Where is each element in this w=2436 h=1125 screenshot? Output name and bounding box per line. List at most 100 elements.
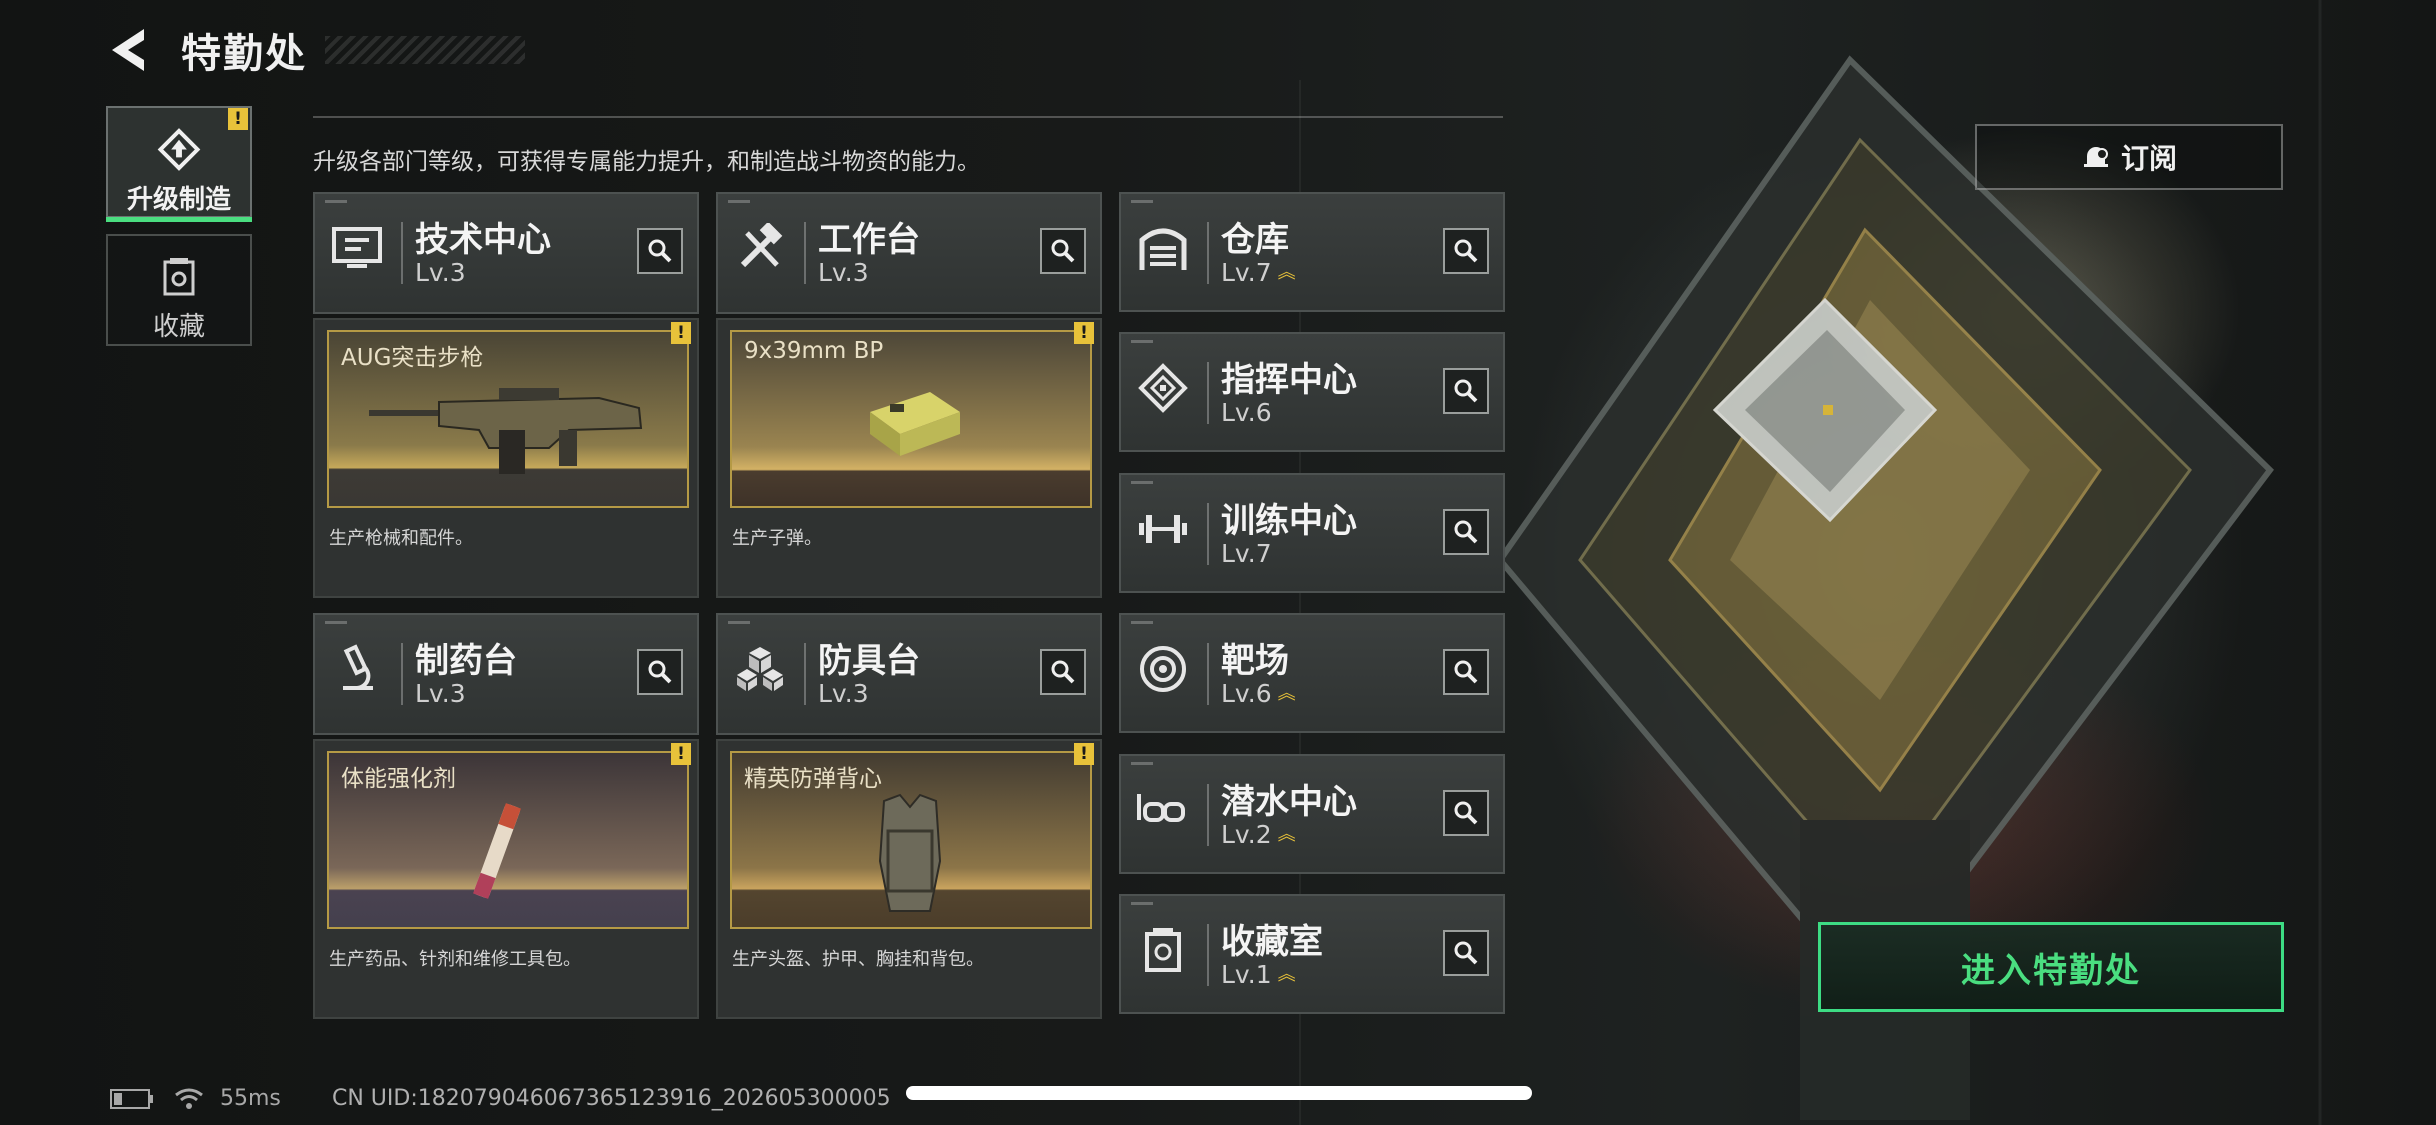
dept-shooting-range[interactable]: 靶场 Lv.6 ︽ <box>1119 613 1505 733</box>
product-card-ammo[interactable]: 9x39mm BP ! 生产子弹。 <box>716 318 1102 598</box>
search-icon <box>1454 520 1478 544</box>
dept-warehouse[interactable]: 仓库 Lv.7 ︽ <box>1119 192 1505 312</box>
uid-text: CN UID:18207904606736512391​6_2026053000… <box>332 1086 891 1111</box>
product-name: 体能强化剂 <box>341 766 456 792</box>
dept-name: 工作台 <box>818 220 920 260</box>
separator <box>1207 643 1209 705</box>
product-desc: 生产药品、针剂和维修工具包。 <box>329 949 581 970</box>
tab-upgrade-craft[interactable]: 升级制造 ! <box>106 106 252 222</box>
search-icon <box>1051 660 1075 684</box>
separator <box>401 643 403 705</box>
command-center-icon <box>1133 358 1193 418</box>
level-text: Lv.6 <box>1221 679 1272 708</box>
inspect-button[interactable] <box>1443 228 1489 274</box>
collection-icon <box>163 258 195 296</box>
inspect-button[interactable] <box>637 649 683 695</box>
product-card-aug[interactable]: AUG突击步枪 ! 生产枪械和配件。 <box>313 318 699 598</box>
inspect-button[interactable] <box>1443 368 1489 414</box>
product-image: 精英防弹背心 <box>730 751 1092 929</box>
inspect-button[interactable] <box>1443 649 1489 695</box>
workbench-icon <box>730 218 790 278</box>
armor-blocks-icon <box>730 639 790 699</box>
inspect-button[interactable] <box>1443 930 1489 976</box>
level-text: Lv.2 <box>1221 820 1272 849</box>
dept-level: Lv.6 ︽ <box>1221 679 1296 708</box>
inspect-button[interactable] <box>637 228 683 274</box>
alert-badge: ! <box>1074 743 1094 765</box>
alert-badge: ! <box>228 108 248 130</box>
upgrade-available-icon: ︽ <box>1277 261 1296 283</box>
level-text: Lv.3 <box>818 258 869 287</box>
ammo-box-illustration <box>870 392 960 456</box>
target-icon <box>1133 639 1193 699</box>
product-name: AUG突击步枪 <box>341 345 484 371</box>
separator <box>1207 784 1209 846</box>
inspect-button[interactable] <box>1040 228 1086 274</box>
dept-name: 防具台 <box>818 641 920 681</box>
search-icon <box>648 660 672 684</box>
product-desc: 生产子弹。 <box>732 528 822 549</box>
tab-collection[interactable]: 收藏 <box>106 234 252 346</box>
dept-level: Lv.7 ︽ <box>1221 258 1296 287</box>
separator <box>804 643 806 705</box>
upgrade-available-icon: ︽ <box>1277 823 1296 845</box>
search-icon <box>1454 941 1478 965</box>
separator <box>1207 924 1209 986</box>
product-desc: 生产枪械和配件。 <box>329 528 473 549</box>
dept-diving-center[interactable]: 潜水中心 Lv.2 ︽ <box>1119 754 1505 874</box>
syringe-illustration <box>473 803 521 899</box>
dept-armor[interactable]: 防具台 Lv.3 <box>716 613 1102 735</box>
dept-level: Lv.3 <box>818 258 869 287</box>
level-text: Lv.7 <box>1221 539 1272 568</box>
vest-illustration <box>878 793 942 912</box>
dept-command-center[interactable]: 指挥中心 Lv.6 <box>1119 332 1505 452</box>
separator <box>1207 503 1209 565</box>
dept-name: 靶场 <box>1221 641 1289 681</box>
separator <box>401 222 403 284</box>
upgrade-available-icon: ︽ <box>1277 682 1296 704</box>
dept-tech-center[interactable]: 技术中心 Lv.3 <box>313 192 699 314</box>
enter-special-ops-button[interactable]: 进入特勤处 <box>1818 922 2284 1012</box>
dept-name: 收藏室 <box>1221 922 1323 962</box>
collection-jar-icon <box>1133 920 1193 980</box>
level-text: Lv.7 <box>1221 258 1272 287</box>
alert-badge: ! <box>671 322 691 344</box>
alert-badge: ! <box>671 743 691 765</box>
dept-level: Lv.3 <box>415 258 466 287</box>
product-card-stim[interactable]: 体能强化剂 ! 生产药品、针剂和维修工具包。 <box>313 739 699 1019</box>
inspect-button[interactable] <box>1443 790 1489 836</box>
diving-mask-icon <box>1133 780 1193 840</box>
subscribe-label: 订阅 <box>2120 142 2177 175</box>
alert-badge: ! <box>1074 322 1094 344</box>
dept-name: 训练中心 <box>1221 501 1357 541</box>
back-arrow-icon <box>112 29 144 71</box>
level-text: Lv.3 <box>415 679 466 708</box>
inspect-button[interactable] <box>1040 649 1086 695</box>
separator <box>804 222 806 284</box>
back-button[interactable] <box>105 26 153 74</box>
dept-name: 制药台 <box>415 641 517 681</box>
dept-pharmacy[interactable]: 制药台 Lv.3 <box>313 613 699 735</box>
inspect-button[interactable] <box>1443 509 1489 555</box>
divider <box>313 116 1503 118</box>
dept-level: Lv.3 <box>818 679 869 708</box>
product-card-vest[interactable]: 精英防弹背心 ! 生产头盔、护甲、胸挂和背包。 <box>716 739 1102 1019</box>
home-indicator[interactable] <box>906 1086 1532 1100</box>
product-image: AUG突击步枪 <box>327 330 689 508</box>
search-icon <box>1454 801 1478 825</box>
separator <box>1207 362 1209 424</box>
subscribe-button[interactable]: 订阅 <box>1975 124 2283 190</box>
dept-training-center[interactable]: 训练中心 Lv.7 <box>1119 473 1505 593</box>
dept-name: 指挥中心 <box>1221 360 1357 400</box>
wifi-icon <box>175 1088 203 1109</box>
separator <box>1207 222 1209 284</box>
status-bar: 55ms <box>110 1086 281 1111</box>
search-icon <box>1051 239 1075 263</box>
dept-name: 潜水中心 <box>1221 782 1357 822</box>
dept-name: 仓库 <box>1221 220 1289 260</box>
search-icon <box>648 239 672 263</box>
dept-workbench[interactable]: 工作台 Lv.3 <box>716 192 1102 314</box>
dept-collection-room[interactable]: 收藏室 Lv.1 ︽ <box>1119 894 1505 1014</box>
product-image: 体能强化剂 <box>327 751 689 929</box>
ping-text: 55ms <box>220 1086 281 1111</box>
